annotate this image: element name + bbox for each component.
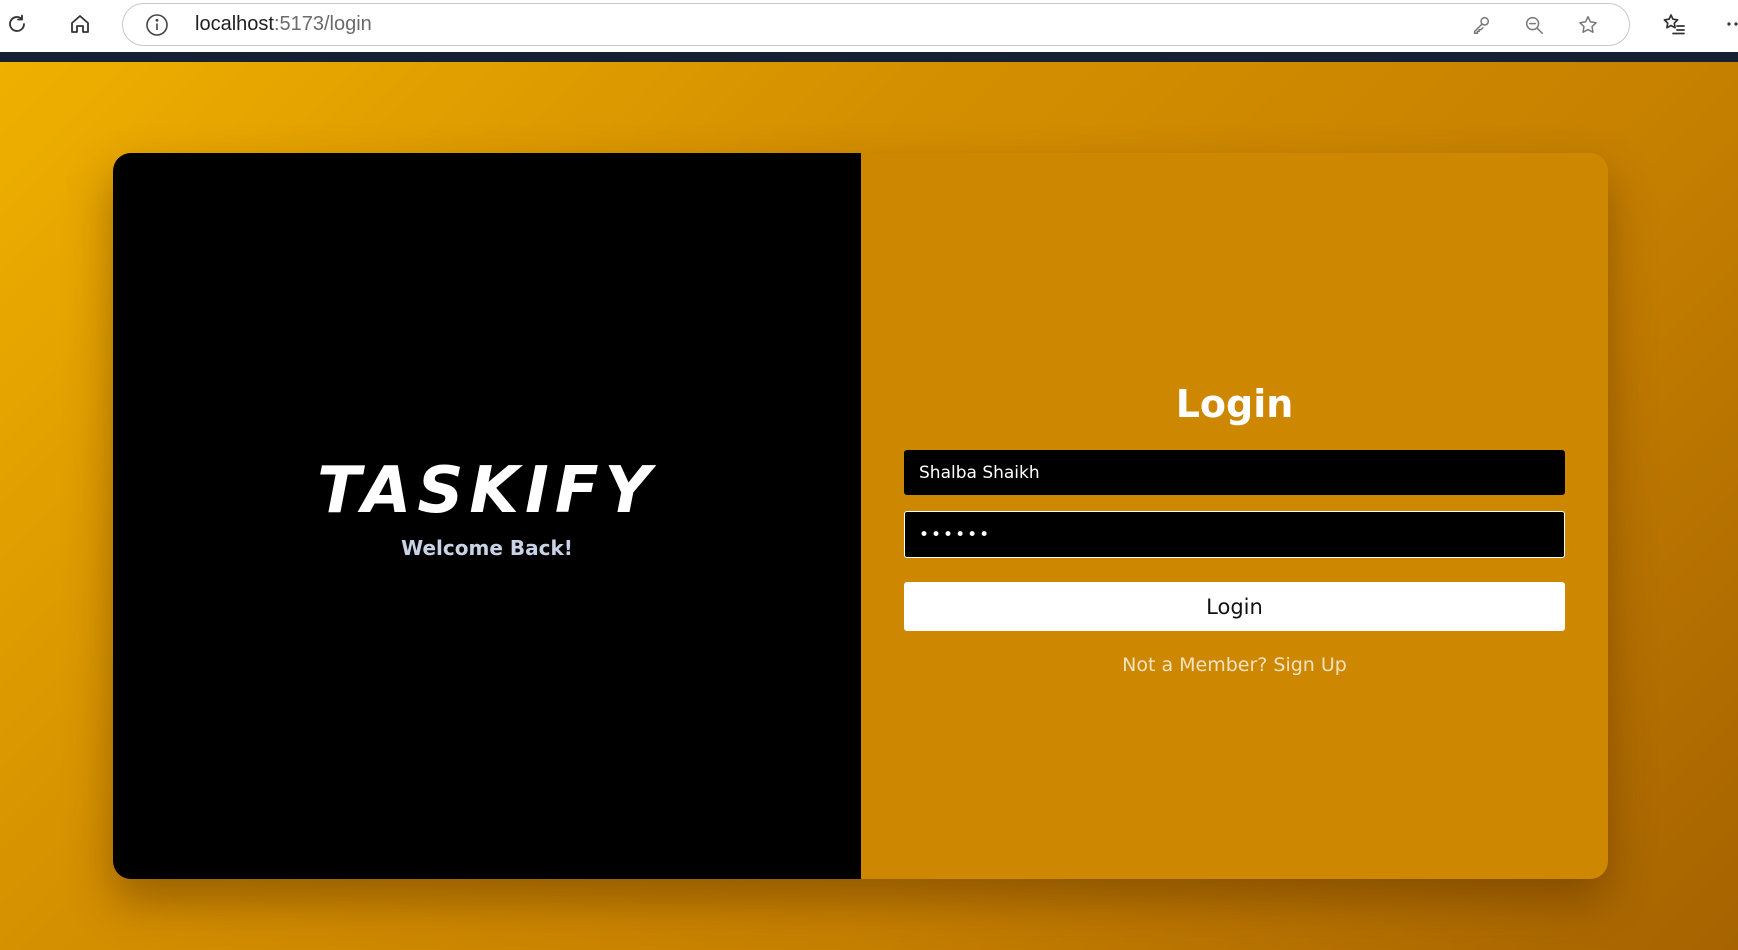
login-title: Login — [1175, 382, 1294, 426]
browser-toolbar: localhost:5173/login — [0, 0, 1738, 52]
login-form-panel: Login Login Not a Member? Sign Up — [861, 153, 1608, 879]
favorites-list-icon[interactable] — [1656, 6, 1692, 42]
login-card: TASKIFY Welcome Back! Login Login Not a … — [113, 153, 1608, 879]
login-button[interactable]: Login — [904, 582, 1565, 631]
url-text[interactable]: localhost:5173/login — [195, 4, 372, 45]
favorite-star-icon[interactable] — [1575, 12, 1601, 38]
welcome-text: Welcome Back! — [401, 536, 573, 560]
refresh-icon[interactable] — [0, 6, 35, 42]
url-host: localhost — [195, 13, 274, 35]
home-icon[interactable] — [62, 6, 98, 42]
brand-logo-text: TASKIFY — [317, 454, 657, 528]
brand-panel: TASKIFY Welcome Back! — [113, 153, 861, 879]
site-info-icon[interactable] — [145, 13, 169, 37]
signup-link[interactable]: Not a Member? Sign Up — [861, 654, 1608, 676]
url-path: :5173/login — [273, 13, 372, 35]
password-input[interactable] — [904, 511, 1565, 558]
more-menu-icon[interactable] — [1718, 6, 1738, 42]
username-input[interactable] — [904, 450, 1565, 495]
zoom-out-icon[interactable] — [1521, 12, 1547, 38]
password-key-icon[interactable] — [1468, 12, 1494, 38]
address-bar[interactable]: localhost:5173/login — [122, 3, 1630, 46]
browser-divider — [0, 52, 1738, 62]
page-background: TASKIFY Welcome Back! Login Login Not a … — [0, 62, 1738, 950]
